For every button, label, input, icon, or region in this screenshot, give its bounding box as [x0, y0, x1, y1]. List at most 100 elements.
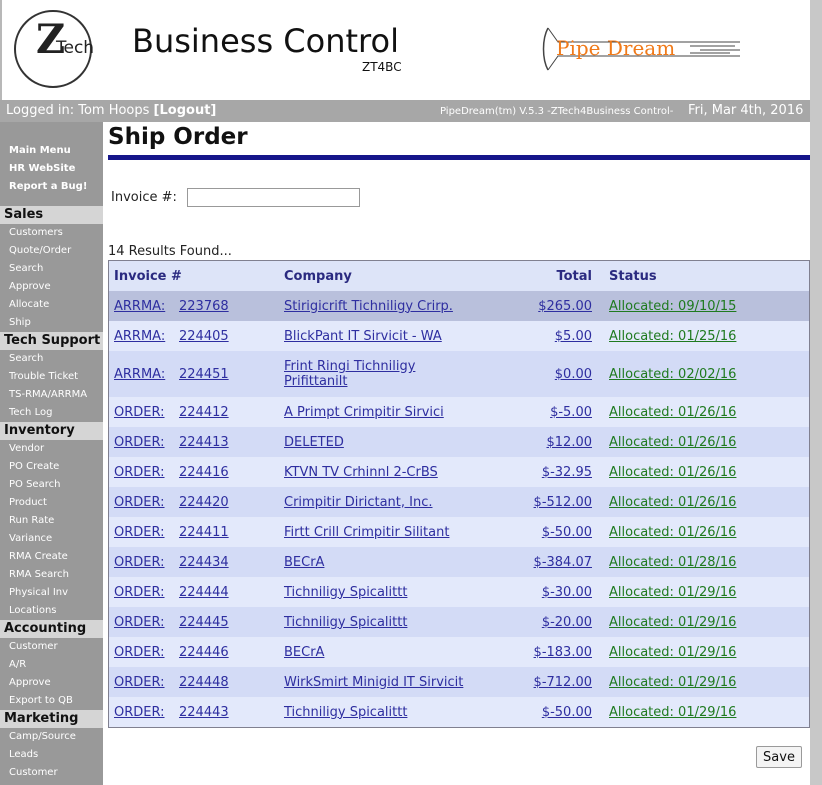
sidebar-item-acct-approve[interactable]: Approve [0, 674, 103, 692]
invoice-number-link[interactable]: 224413 [179, 435, 229, 450]
sidebar-item-ts-rma[interactable]: TS-RMA/ARRMA [0, 386, 103, 404]
invoice-type-link[interactable]: ORDER: [114, 525, 165, 540]
sidebar-item-mkt-customer[interactable]: Customer [0, 764, 103, 782]
status-link[interactable]: Allocated: 01/26/16 [609, 525, 736, 540]
invoice-type-link[interactable]: ARRMA: [114, 367, 165, 382]
status-link[interactable]: Allocated: 01/26/16 [609, 405, 736, 420]
invoice-number-link[interactable]: 224412 [179, 405, 229, 420]
table-row[interactable]: ORDER: 224445 Tichniligy Spicalittt $-20… [109, 607, 809, 637]
total-link[interactable]: $-5.00 [550, 405, 592, 420]
logout-link[interactable]: [Logout] [154, 103, 217, 118]
main-menu-link[interactable]: Main Menu [0, 142, 103, 160]
invoice-type-link[interactable]: ORDER: [114, 705, 165, 720]
sidebar-item-vendor[interactable]: Vendor [0, 440, 103, 458]
total-link[interactable]: $0.00 [555, 367, 592, 382]
invoice-number-link[interactable]: 224451 [179, 367, 229, 382]
invoice-number-link[interactable]: 224444 [179, 585, 229, 600]
invoice-number-link[interactable]: 224405 [179, 329, 229, 344]
status-link[interactable]: Allocated: 01/26/16 [609, 435, 736, 450]
table-row[interactable]: ORDER: 224412 A Primpt Crimpitir Sirvici… [109, 397, 809, 427]
status-link[interactable]: Allocated: 01/29/16 [609, 705, 736, 720]
invoice-type-link[interactable]: ORDER: [114, 465, 165, 480]
invoice-number-link[interactable]: 224445 [179, 615, 229, 630]
status-link[interactable]: Allocated: 01/26/16 [609, 465, 736, 480]
sidebar-item-customers[interactable]: Customers [0, 224, 103, 242]
invoice-number-link[interactable]: 224420 [179, 495, 229, 510]
invoice-number-link[interactable]: 224434 [179, 555, 229, 570]
company-link[interactable]: KTVN TV Crhinnl 2-CrBS [284, 465, 438, 480]
company-link[interactable]: Firtt Crill Crimpitir Silitant [284, 525, 449, 540]
sidebar-item-variance[interactable]: Variance [0, 530, 103, 548]
company-link[interactable]: BECrA [284, 555, 324, 570]
hr-website-link[interactable]: HR WebSite [0, 160, 103, 178]
total-link[interactable]: $-32.95 [542, 465, 592, 480]
sidebar-item-export-qb[interactable]: Export to QB [0, 692, 103, 710]
invoice-type-link[interactable]: ORDER: [114, 495, 165, 510]
sidebar-item-locations[interactable]: Locations [0, 602, 103, 620]
total-link[interactable]: $265.00 [538, 299, 592, 314]
invoice-number-link[interactable]: 224448 [179, 675, 229, 690]
table-row[interactable]: ARRMA: 224451 Frint Ringi Tichniligy Pri… [109, 351, 809, 397]
invoice-number-link[interactable]: 224411 [179, 525, 229, 540]
status-link[interactable]: Allocated: 01/26/16 [609, 495, 736, 510]
company-link[interactable]: Crimpitir Dirictant, Inc. [284, 495, 433, 510]
sidebar-item-run-rate[interactable]: Run Rate [0, 512, 103, 530]
table-row[interactable]: ORDER: 224443 Tichniligy Spicalittt $-50… [109, 697, 809, 727]
total-link[interactable]: $-50.00 [542, 705, 592, 720]
page-scrollbar[interactable] [810, 0, 822, 785]
invoice-type-link[interactable]: ORDER: [114, 645, 165, 660]
invoice-type-link[interactable]: ORDER: [114, 615, 165, 630]
invoice-type-link[interactable]: ORDER: [114, 585, 165, 600]
sidebar-item-po-search[interactable]: PO Search [0, 476, 103, 494]
total-link[interactable]: $-384.07 [534, 555, 592, 570]
sidebar-item-acct-customer[interactable]: Customer [0, 638, 103, 656]
table-row[interactable]: ORDER: 224420 Crimpitir Dirictant, Inc. … [109, 487, 809, 517]
invoice-input[interactable] [187, 188, 360, 207]
total-link[interactable]: $-20.00 [542, 615, 592, 630]
sidebar-item-ship[interactable]: Ship [0, 314, 103, 332]
status-link[interactable]: Allocated: 02/02/16 [609, 367, 736, 382]
invoice-number-link[interactable]: 223768 [179, 299, 229, 314]
total-link[interactable]: $-183.00 [534, 645, 592, 660]
sidebar-item-rma-search[interactable]: RMA Search [0, 566, 103, 584]
status-link[interactable]: Allocated: 01/28/16 [609, 555, 736, 570]
column-header-invoice[interactable]: Invoice # [109, 261, 284, 291]
column-header-total[interactable]: Total [524, 261, 609, 291]
sidebar-item-ar[interactable]: A/R [0, 656, 103, 674]
total-link[interactable]: $-512.00 [534, 495, 592, 510]
invoice-type-link[interactable]: ARRMA: [114, 329, 165, 344]
invoice-type-link[interactable]: ORDER: [114, 675, 165, 690]
ztech-logo[interactable]: Z Tech [14, 10, 94, 88]
total-link[interactable]: $12.00 [547, 435, 593, 450]
total-link[interactable]: $-30.00 [542, 585, 592, 600]
invoice-number-link[interactable]: 224416 [179, 465, 229, 480]
sidebar-item-po-create[interactable]: PO Create [0, 458, 103, 476]
total-link[interactable]: $-50.00 [542, 525, 592, 540]
invoice-number-link[interactable]: 224446 [179, 645, 229, 660]
sidebar-item-quote-order[interactable]: Quote/Order [0, 242, 103, 260]
company-link[interactable]: Tichniligy Spicalittt [284, 585, 407, 600]
sidebar-item-camp-source[interactable]: Camp/Source [0, 728, 103, 746]
sidebar-item-tech-log[interactable]: Tech Log [0, 404, 103, 422]
company-link[interactable]: DELETED [284, 435, 344, 450]
table-row[interactable]: ORDER: 224434 BECrA $-384.07 Allocated: … [109, 547, 809, 577]
sidebar-item-ts-search[interactable]: Search [0, 350, 103, 368]
company-link[interactable]: Stirigicrift Tichniligy Crirp. [284, 299, 453, 314]
table-row[interactable]: ARRMA: 224405 BlickPant IT Sirvicit - WA… [109, 321, 809, 351]
invoice-type-link[interactable]: ORDER: [114, 405, 165, 420]
column-header-status[interactable]: Status [609, 261, 809, 291]
status-link[interactable]: Allocated: 01/29/16 [609, 585, 736, 600]
company-link[interactable]: Tichniligy Spicalittt [284, 705, 407, 720]
status-link[interactable]: Allocated: 09/10/15 [609, 299, 736, 314]
company-link[interactable]: BECrA [284, 645, 324, 660]
company-link[interactable]: WirkSmirt Minigid IT Sirvicit [284, 675, 463, 690]
sidebar-item-trouble-ticket[interactable]: Trouble Ticket [0, 368, 103, 386]
sidebar-item-sales-search[interactable]: Search [0, 260, 103, 278]
status-link[interactable]: Allocated: 01/25/16 [609, 329, 736, 344]
table-row[interactable]: ORDER: 224411 Firtt Crill Crimpitir Sili… [109, 517, 809, 547]
invoice-type-link[interactable]: ORDER: [114, 435, 165, 450]
table-row[interactable]: ORDER: 224413 DELETED $12.00 Allocated: … [109, 427, 809, 457]
sidebar-item-sales-approve[interactable]: Approve [0, 278, 103, 296]
company-link[interactable]: A Primpt Crimpitir Sirvici [284, 405, 444, 420]
invoice-type-link[interactable]: ARRMA: [114, 299, 165, 314]
